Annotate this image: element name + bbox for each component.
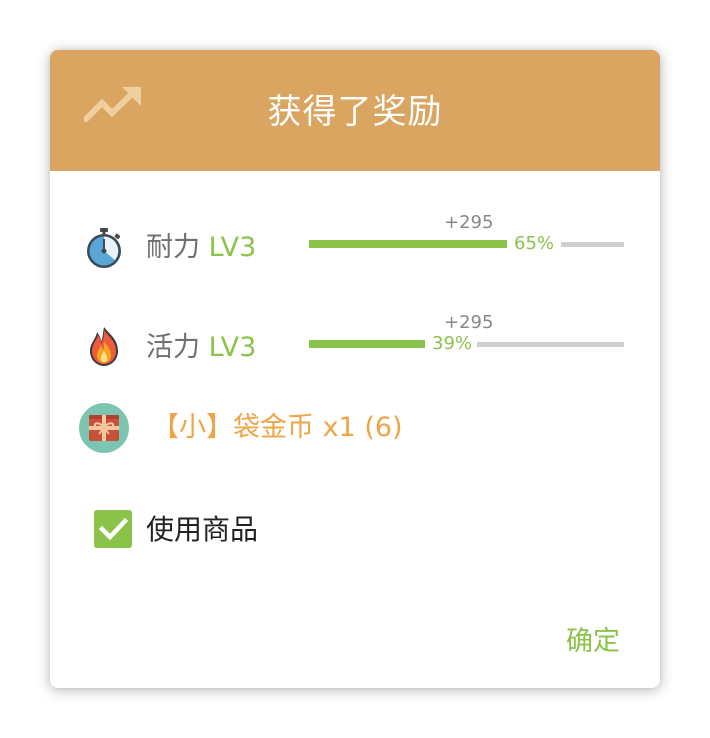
stopwatch-icon — [87, 228, 121, 268]
stat-gain: +295 — [444, 212, 494, 233]
reward-text: 【小】袋金币 x1 (6) — [152, 412, 403, 443]
progress-track — [477, 342, 624, 347]
reward-dialog: 获得了奖励 耐力 LV3 +295 65% 活力 LV3 +295 39% 【小… — [50, 50, 660, 688]
progress-percent: 39% — [432, 333, 473, 354]
stat-label: 活力 LV3 — [146, 330, 256, 366]
stat-gain: +295 — [444, 312, 494, 333]
reward-row: 【小】袋金币 x1 (6) — [50, 400, 660, 460]
use-item-row[interactable]: 使用商品 — [50, 506, 660, 556]
dialog-title: 获得了奖励 — [267, 92, 443, 132]
stat-level: LV3 — [208, 232, 257, 263]
stat-row-vitality: 活力 LV3 +295 39% — [50, 312, 660, 378]
use-item-label: 使用商品 — [146, 513, 259, 546]
stat-label: 耐力 LV3 — [146, 230, 256, 266]
stat-name: 活力 — [146, 332, 200, 363]
stat-level: LV3 — [208, 332, 257, 363]
use-item-checkbox[interactable] — [94, 510, 132, 548]
gift-box-icon — [79, 403, 129, 453]
dialog-header: 获得了奖励 — [50, 50, 660, 171]
progress-fill — [309, 340, 425, 348]
progress-track — [561, 242, 624, 247]
confirm-button[interactable]: 确定 — [566, 624, 620, 660]
stat-row-stamina: 耐力 LV3 +295 65% — [50, 212, 660, 278]
progress-fill — [309, 240, 507, 248]
checkmark-icon — [98, 517, 129, 541]
progress-percent: 65% — [514, 233, 555, 254]
stat-name: 耐力 — [146, 232, 200, 263]
flame-icon — [90, 327, 118, 366]
